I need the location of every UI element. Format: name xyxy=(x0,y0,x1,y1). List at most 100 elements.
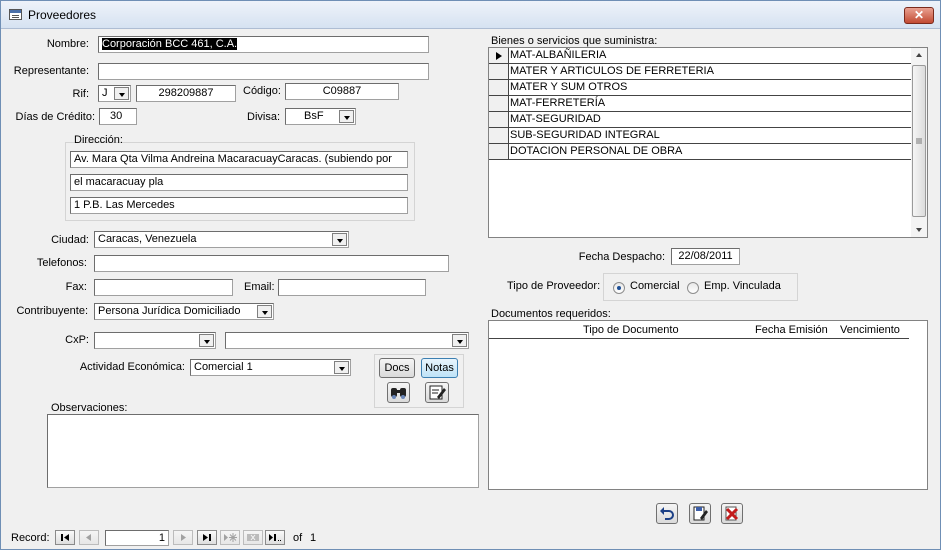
docs-button[interactable]: Docs xyxy=(379,358,415,378)
close-button[interactable]: ✕ xyxy=(904,7,934,24)
chevron-down-icon[interactable] xyxy=(339,110,354,123)
contribuyente-value: Persona Jurídica Domiciliado xyxy=(98,305,241,317)
new-record-button[interactable] xyxy=(220,530,240,545)
edit-note-button[interactable] xyxy=(425,382,449,403)
fax-field[interactable] xyxy=(94,279,233,296)
list-item-label: MAT-SEGURIDAD xyxy=(509,112,911,128)
of-label: of xyxy=(293,532,303,544)
record-label: Record: xyxy=(11,532,50,544)
new-record-icon xyxy=(224,533,237,542)
dias-credito-field[interactable]: 30 xyxy=(99,108,137,125)
divisa-value: BsF xyxy=(304,110,324,122)
next-record-button[interactable] xyxy=(173,530,193,545)
ciudad-select[interactable]: Caracas, Venezuela xyxy=(94,231,349,248)
direccion-label: Dirección: xyxy=(74,134,123,146)
list-item-label: DOTACION PERSONAL DE OBRA xyxy=(509,144,911,160)
filter-icon xyxy=(269,534,281,541)
row-selector[interactable] xyxy=(489,80,509,96)
scroll-down-icon[interactable] xyxy=(911,223,927,237)
more-records-button[interactable] xyxy=(265,530,285,545)
title-bar: Proveedores ✕ xyxy=(1,1,940,29)
divisa-label: Divisa: xyxy=(247,111,281,123)
observaciones-field[interactable] xyxy=(47,414,479,488)
undo-button[interactable] xyxy=(656,503,678,524)
radio-comercial[interactable] xyxy=(613,282,625,294)
chevron-down-icon[interactable] xyxy=(257,305,272,318)
direccion-line-3[interactable]: 1 P.B. Las Mercedes xyxy=(70,197,408,214)
actividad-value: Comercial 1 xyxy=(194,361,253,373)
search-button[interactable] xyxy=(387,382,410,403)
bienes-label: Bienes o servicios que suministra: xyxy=(491,35,658,47)
chevron-down-icon[interactable] xyxy=(199,334,214,347)
radio-emp-vinculada[interactable] xyxy=(687,282,699,294)
documentos-label: Documentos requeridos: xyxy=(491,308,611,320)
contribuyente-select[interactable]: Persona Jurídica Domiciliado xyxy=(94,303,274,320)
row-selector[interactable] xyxy=(489,48,509,64)
grip-icon xyxy=(916,138,922,144)
nombre-label: Nombre: xyxy=(46,38,89,50)
bienes-scrollbar[interactable] xyxy=(911,48,927,237)
scroll-up-icon[interactable] xyxy=(911,48,927,62)
save-button[interactable] xyxy=(689,503,711,524)
list-item-label: SUB-SEGURIDAD INTEGRAL xyxy=(509,128,911,144)
representante-field[interactable] xyxy=(98,63,429,80)
proveedores-window: Proveedores ✕ Nombre: Corporación BCC 46… xyxy=(0,0,941,550)
contribuyente-label: Contribuyente: xyxy=(16,305,88,317)
codigo-field[interactable]: C09887 xyxy=(285,83,399,100)
radio-comercial-label: Comercial xyxy=(630,280,680,292)
dias-credito-label: Días de Crédito: xyxy=(15,111,95,123)
current-record-field[interactable]: 1 xyxy=(105,530,169,546)
last-record-icon xyxy=(203,534,211,541)
current-row-icon xyxy=(496,52,502,60)
bienes-list[interactable]: MAT-ALBAÑILERIA MATER Y ARTICULOS DE FERR… xyxy=(488,47,928,238)
previous-record-button[interactable] xyxy=(79,530,99,545)
list-item-label: MAT-ALBAÑILERIA xyxy=(509,48,911,64)
rif-type-value: J xyxy=(102,87,108,99)
row-selector[interactable] xyxy=(489,144,509,160)
col-fecha-emision: Fecha Emisión xyxy=(755,324,828,336)
fecha-despacho-label: Fecha Despacho: xyxy=(578,251,665,263)
chevron-down-icon[interactable] xyxy=(334,361,349,374)
delete-record-icon xyxy=(247,534,259,541)
rif-type-select[interactable]: J xyxy=(98,85,131,102)
chevron-down-icon[interactable] xyxy=(452,334,467,347)
fecha-despacho-field[interactable]: 22/08/2011 xyxy=(671,248,740,265)
direccion-line-2[interactable]: el macaracuay pla xyxy=(70,174,408,191)
actividad-label: Actividad Económica: xyxy=(79,361,185,373)
email-field[interactable] xyxy=(278,279,426,296)
list-item-label: MATER Y SUM OTROS xyxy=(509,80,911,96)
chevron-down-icon[interactable] xyxy=(332,233,347,246)
tipo-proveedor-label: Tipo de Proveedor: xyxy=(507,280,601,292)
chevron-down-icon[interactable] xyxy=(114,87,129,100)
list-item-label: MATER Y ARTICULOS DE FERRETERIA xyxy=(509,64,911,80)
notas-button[interactable]: Notas xyxy=(421,358,458,378)
next-record-icon xyxy=(181,534,186,541)
actividad-select[interactable]: Comercial 1 xyxy=(190,359,351,376)
direccion-line-1[interactable]: Av. Mara Qta Vilma Andreina MacaracuayCa… xyxy=(70,151,408,168)
col-vencimiento: Vencimiento xyxy=(840,324,900,336)
total-records: 1 xyxy=(310,532,317,544)
scroll-thumb[interactable] xyxy=(912,65,926,217)
row-selector[interactable] xyxy=(489,128,509,144)
first-record-button[interactable] xyxy=(55,530,75,545)
email-label: Email: xyxy=(244,281,275,293)
previous-record-icon xyxy=(86,534,91,541)
fax-label: Fax: xyxy=(65,281,87,293)
cxp-select-2[interactable] xyxy=(225,332,469,349)
form-icon xyxy=(9,9,22,20)
last-record-button[interactable] xyxy=(197,530,217,545)
cxp-select-1[interactable] xyxy=(94,332,216,349)
nombre-value: Corporación BCC 461, C.A. xyxy=(102,38,238,50)
divisa-select[interactable]: BsF xyxy=(285,108,356,125)
nombre-field[interactable]: Corporación BCC 461, C.A. xyxy=(98,36,429,53)
documentos-list[interactable]: Tipo de Documento Fecha Emisión Vencimie… xyxy=(488,320,928,490)
delete-button[interactable] xyxy=(721,503,743,524)
telefonos-label: Telefonos: xyxy=(36,257,87,269)
delete-record-button[interactable] xyxy=(243,530,263,545)
telefonos-field[interactable] xyxy=(94,255,449,272)
rif-number-field[interactable]: 298209887 xyxy=(136,85,236,102)
undo-icon xyxy=(660,507,674,520)
row-selector[interactable] xyxy=(489,112,509,128)
row-selector[interactable] xyxy=(489,64,509,80)
row-selector[interactable] xyxy=(489,96,509,112)
